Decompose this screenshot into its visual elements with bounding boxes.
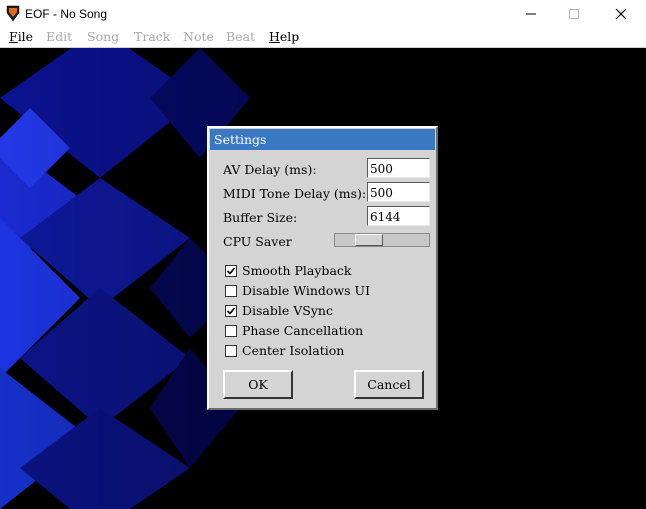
disable-vsync-checkbox[interactable]: Disable VSync (225, 303, 333, 318)
maximize-button[interactable] (551, 0, 597, 27)
menu-beat[interactable]: Beat (226, 29, 255, 44)
av-delay-input[interactable]: 500 (367, 158, 430, 178)
menu-note[interactable]: Note (183, 29, 214, 44)
smooth-playback-checkbox[interactable]: Smooth Playback (225, 263, 351, 278)
menu-file[interactable]: File (9, 29, 33, 44)
window-title: EOF - No Song (25, 7, 108, 21)
checkbox-box[interactable] (225, 284, 237, 297)
minimize-icon (526, 13, 536, 14)
midi-tone-delay-label: MIDI Tone Delay (ms): (223, 186, 367, 201)
minimize-button[interactable] (508, 0, 554, 27)
checkbox-box[interactable] (225, 264, 237, 277)
maximize-icon (569, 8, 579, 19)
checkbox-box[interactable] (225, 324, 237, 337)
dialog-title: Settings (210, 129, 435, 150)
checkmark-icon (226, 261, 236, 280)
menu-edit[interactable]: Edit (46, 29, 72, 44)
center-isolation-checkbox[interactable]: Center Isolation (225, 343, 344, 358)
cpu-saver-slider[interactable] (334, 233, 430, 247)
close-icon (615, 8, 627, 19)
menu-help[interactable]: Help (269, 29, 299, 44)
menu-song[interactable]: Song (87, 29, 119, 44)
midi-tone-delay-input[interactable]: 500 (367, 182, 430, 202)
checkbox-box[interactable] (225, 304, 237, 317)
cpu-saver-label: CPU Saver (223, 234, 292, 249)
buffer-size-input[interactable]: 6144 (367, 206, 430, 226)
close-button[interactable] (598, 0, 644, 27)
menu-bar: File Edit Song Track Note Beat Help (0, 27, 646, 48)
disable-windows-ui-checkbox[interactable]: Disable Windows UI (225, 283, 370, 298)
phase-cancellation-checkbox[interactable]: Phase Cancellation (225, 323, 363, 338)
ok-button[interactable]: OK (223, 370, 293, 399)
menu-track[interactable]: Track (134, 29, 170, 44)
cancel-button[interactable]: Cancel (354, 370, 424, 399)
slider-thumb[interactable] (355, 234, 383, 246)
buffer-size-label: Buffer Size: (223, 210, 298, 225)
av-delay-label: AV Delay (ms): (223, 162, 317, 177)
settings-dialog: Settings AV Delay (ms): 500 MIDI Tone De… (207, 126, 438, 410)
checkmark-icon (226, 301, 236, 320)
checkbox-box[interactable] (225, 344, 237, 357)
guitar-pick-icon (6, 5, 20, 21)
window-title-bar: EOF - No Song (0, 0, 646, 27)
